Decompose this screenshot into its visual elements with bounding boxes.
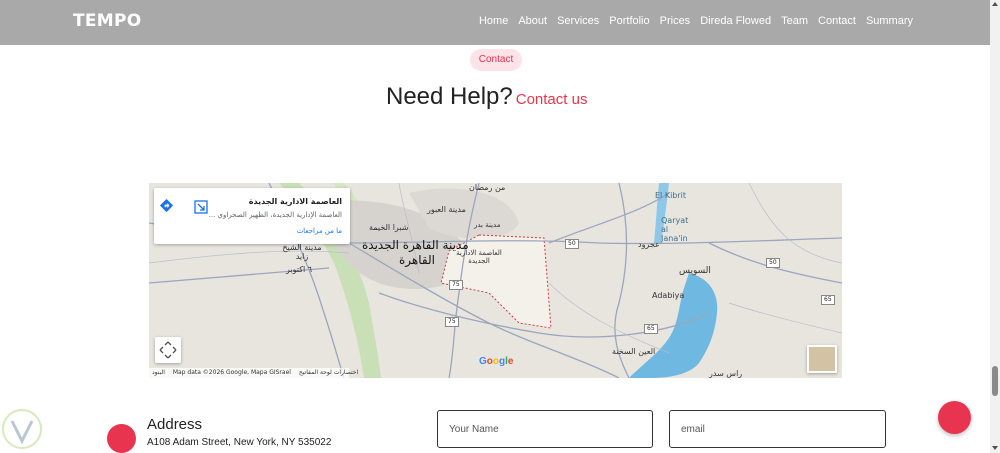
map-label-qaryat: Qaryat al Jana'in <box>661 216 689 243</box>
google-logo-letter: G <box>479 356 487 367</box>
navbar: TEMPO Home About Services Portfolio Pric… <box>0 0 990 45</box>
google-logo-letter: e <box>507 356 514 367</box>
map-keyboard-shortcuts[interactable]: اختصارات لوحة المفاتيح <box>299 369 358 376</box>
address-label: Address <box>147 416 203 433</box>
map-label-adabiya: Adabiya <box>652 291 685 300</box>
nav-link-contact[interactable]: Contact <box>818 15 856 27</box>
map-label-el-kibrit: El Kibrit <box>655 191 687 200</box>
fullscreen-icon <box>159 341 177 359</box>
map-terms-link[interactable]: البنود <box>152 369 165 376</box>
road-shield: 50 <box>565 239 579 249</box>
place-reviews-link[interactable]: ما من مراجعات <box>297 227 342 235</box>
open-larger-map-icon[interactable] <box>194 200 208 214</box>
map-label-ain-sokhna: العين السخنة <box>612 347 656 356</box>
nav-link-home[interactable]: Home <box>479 15 508 27</box>
directions-icon[interactable] <box>159 198 174 213</box>
map-label-obour: مدينة العبور <box>427 205 466 214</box>
road-shield: 65 <box>644 324 658 334</box>
nav-link-portfolio[interactable]: Portfolio <box>609 15 649 27</box>
map-label-ramadan: من رمضان <box>469 183 506 192</box>
map-place-card: العاصمة الادارية الجديدة العاصمة الإداري… <box>154 188 350 244</box>
nav-link-prices[interactable]: Prices <box>660 15 691 27</box>
address-value: A108 Adam Street, New York, NY 535022 <box>147 437 332 448</box>
nav-link-direda-flowed[interactable]: Direda Flowed <box>700 15 771 27</box>
scroll-down-icon[interactable] <box>992 446 998 450</box>
road-shield: 50 <box>766 258 780 268</box>
road-shield: 75 <box>445 317 459 327</box>
section-title-accent: Contact us <box>515 91 588 108</box>
map-label-cairo-new: مدينة القاهرة الجديدة <box>362 238 469 252</box>
map-label-ajrud: عجرود <box>638 240 660 249</box>
email-input[interactable] <box>669 410 886 448</box>
scroll-up-icon[interactable] <box>992 2 998 6</box>
watermark-logo-icon <box>2 409 42 449</box>
scrollbar[interactable] <box>990 0 1000 453</box>
embedded-map[interactable]: مدينة القاهرة الجديدة القاهرة العاصمة ال… <box>149 183 842 378</box>
section-title-main: Need Help? <box>386 83 513 110</box>
map-footer: البنود Map data ©2026 Google, Mapa GISra… <box>149 368 358 378</box>
map-fullscreen-button[interactable] <box>155 337 181 363</box>
location-icon <box>107 424 136 453</box>
google-logo: Google <box>479 356 513 367</box>
nav-link-about[interactable]: About <box>518 15 547 27</box>
floating-action-button[interactable] <box>938 401 971 434</box>
map-label-capital: العاصمة الادارية الجديدة <box>456 249 502 265</box>
map-label-cairo: القاهرة <box>399 253 435 267</box>
nav-menu: Home About Services Portfolio Prices Dir… <box>469 15 913 27</box>
map-label-october: ٦ اكتوبر <box>286 265 313 274</box>
section-title: Need Help? Contact us <box>386 83 587 111</box>
scrollbar-thumb[interactable] <box>992 366 998 396</box>
nav-link-summary[interactable]: Summary <box>866 15 913 27</box>
map-data-attribution: Map data ©2026 Google, Mapa GISrael <box>172 369 291 376</box>
place-address: العاصمة الإدارية الجديدة، الظهير الصحراو… <box>208 211 342 219</box>
nav-link-team[interactable]: Team <box>781 15 808 27</box>
place-name[interactable]: العاصمة الادارية الجديدة <box>249 197 342 206</box>
road-shield: 75 <box>449 280 463 290</box>
map-label-suez: السويس <box>679 266 711 276</box>
map-label-shubra: شبرا الخيمة <box>369 223 409 232</box>
map-label-ras-sedr: راس سدر <box>709 369 743 378</box>
map-label-sheikh-zayed: مدينة الشيخ زايد <box>282 243 322 261</box>
brand-logo[interactable]: TEMPO <box>73 11 142 31</box>
name-input[interactable] <box>437 410 653 448</box>
road-shield: 65 <box>821 295 835 305</box>
nav-link-services[interactable]: Services <box>557 15 599 27</box>
map-label-badr: مدينة بدر <box>474 221 501 229</box>
section-badge: Contact <box>470 49 522 71</box>
map-satellite-toggle[interactable] <box>807 345 837 373</box>
